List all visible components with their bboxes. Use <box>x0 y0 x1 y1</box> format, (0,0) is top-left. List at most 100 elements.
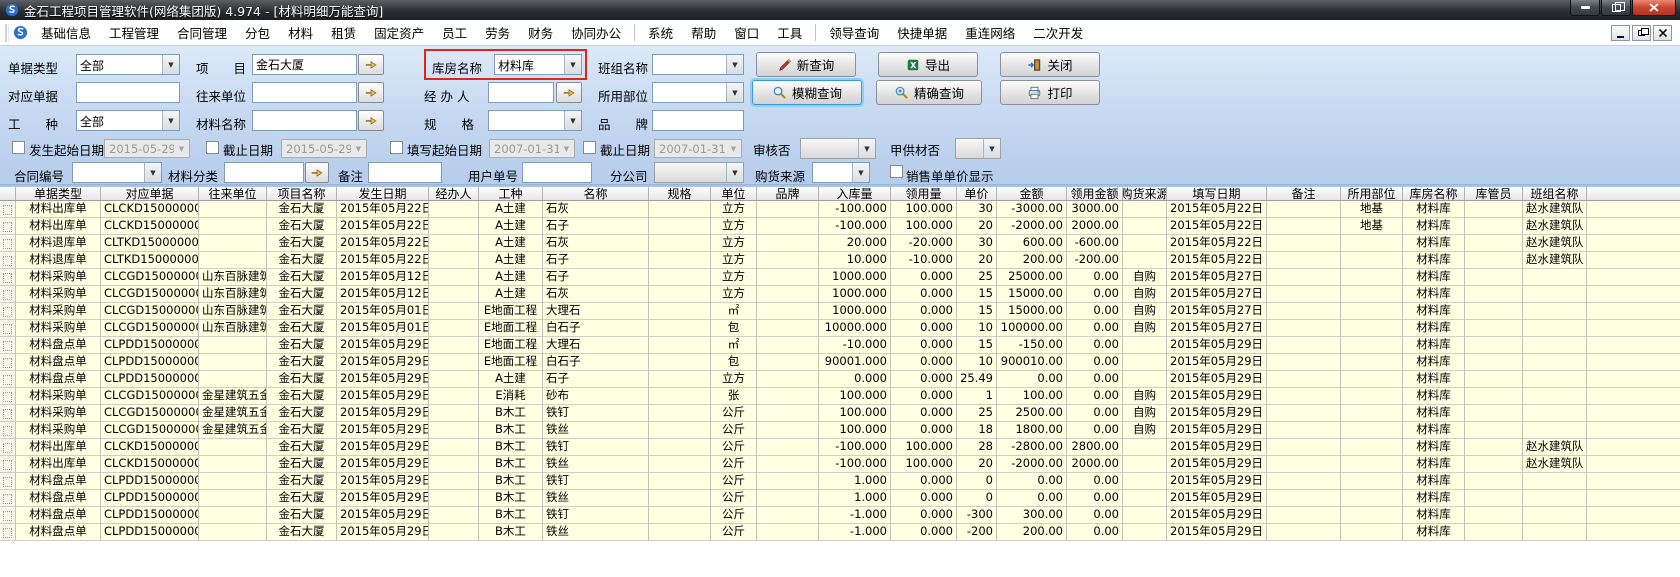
cell[interactable]: 赵水建筑队 <box>1523 252 1587 269</box>
cell[interactable] <box>199 473 267 490</box>
cell[interactable]: 铁钉 <box>543 473 649 490</box>
cell[interactable]: CLPDD150000001 <box>101 337 199 354</box>
material-class-lookup-button[interactable] <box>305 162 329 183</box>
cell[interactable] <box>429 405 479 422</box>
cell[interactable] <box>429 337 479 354</box>
cell[interactable]: 自购 <box>1123 320 1167 337</box>
cell[interactable] <box>1267 422 1341 439</box>
cell[interactable] <box>1465 286 1523 303</box>
cell[interactable] <box>429 252 479 269</box>
cell[interactable] <box>1267 405 1341 422</box>
cell[interactable] <box>1267 320 1341 337</box>
cell[interactable]: 600.00 <box>997 235 1067 252</box>
cell[interactable]: CLCKD150000002 <box>101 439 199 456</box>
cell[interactable]: 材料库 <box>1403 269 1465 286</box>
cell[interactable]: 20 <box>957 456 997 473</box>
cell[interactable]: 10 <box>957 354 997 371</box>
cell[interactable]: 石子 <box>543 218 649 235</box>
brand-input[interactable] <box>652 110 744 131</box>
cell[interactable] <box>1465 524 1523 541</box>
cell[interactable] <box>1341 507 1403 524</box>
cell[interactable]: 15000.00 <box>997 303 1067 320</box>
cell[interactable]: 白石子 <box>543 320 649 337</box>
cell[interactable]: 2015年05月29日 <box>1167 371 1267 388</box>
cell[interactable]: 2015年05月22日 <box>1167 218 1267 235</box>
cell[interactable] <box>649 507 711 524</box>
column-header-8[interactable]: 名称 <box>543 187 649 200</box>
cell[interactable]: CLPDD150000002 <box>101 490 199 507</box>
cell[interactable]: 立方 <box>711 252 757 269</box>
cell[interactable]: 材料盘点单 <box>16 490 101 507</box>
cell[interactable] <box>649 201 711 218</box>
cell[interactable]: 材料采购单 <box>16 286 101 303</box>
cell[interactable]: 2015年05月01日 <box>337 320 429 337</box>
cell[interactable] <box>1523 371 1587 388</box>
cell[interactable]: 地基 <box>1341 201 1403 218</box>
cell[interactable]: 金石大厦 <box>267 303 337 320</box>
cell[interactable]: E消耗 <box>479 388 543 405</box>
cell[interactable] <box>1341 473 1403 490</box>
cell[interactable]: 自购 <box>1123 286 1167 303</box>
menu-item-19[interactable]: 二次开发 <box>1024 19 1092 46</box>
cell[interactable] <box>1465 405 1523 422</box>
cell[interactable]: 200.00 <box>997 524 1067 541</box>
spec-select[interactable]: ▼ <box>488 110 582 131</box>
cell[interactable] <box>1267 303 1341 320</box>
cell[interactable]: 自购 <box>1123 269 1167 286</box>
cell[interactable]: 材料采购单 <box>16 269 101 286</box>
cell[interactable] <box>1341 405 1403 422</box>
cell[interactable] <box>1267 473 1341 490</box>
cell[interactable]: 0.000 <box>891 490 957 507</box>
cell[interactable]: 0.000 <box>891 303 957 320</box>
menu-item-12[interactable]: 系统 <box>639 19 682 46</box>
cell[interactable] <box>757 422 819 439</box>
cell[interactable]: 0.00 <box>1067 507 1123 524</box>
cell[interactable]: 1000.000 <box>819 286 891 303</box>
cell[interactable]: CLCKD150000002 <box>101 456 199 473</box>
cell[interactable]: 100.000 <box>891 218 957 235</box>
cell[interactable] <box>1267 252 1341 269</box>
start-date-checkbox[interactable] <box>12 141 25 154</box>
cell[interactable]: -300 <box>957 507 997 524</box>
cell[interactable] <box>1123 235 1167 252</box>
cell[interactable] <box>649 286 711 303</box>
cell[interactable]: 自购 <box>1123 303 1167 320</box>
cell[interactable]: -100.000 <box>819 201 891 218</box>
cell[interactable]: 公斤 <box>711 524 757 541</box>
table-row[interactable]: 材料采购单CLCGD150000006金星建筑五金金石大厦2015年05月29日… <box>0 422 1680 439</box>
cell[interactable]: -600.00 <box>1067 235 1123 252</box>
row-selector[interactable] <box>0 218 16 235</box>
cell[interactable]: B木工 <box>479 439 543 456</box>
cell[interactable]: 2015年05月22日 <box>1167 201 1267 218</box>
cell[interactable] <box>199 490 267 507</box>
menu-item-3[interactable]: 合同管理 <box>168 19 236 46</box>
cell[interactable]: 石子 <box>543 269 649 286</box>
cell[interactable]: 0.000 <box>891 337 957 354</box>
cell[interactable]: CLCGD150000006 <box>101 422 199 439</box>
cell[interactable] <box>1267 490 1341 507</box>
cell[interactable]: 金星建筑五金 <box>199 388 267 405</box>
cell[interactable]: CLPDD150000001 <box>101 371 199 388</box>
row-selector[interactable] <box>0 201 16 218</box>
cell[interactable]: 15000.00 <box>997 286 1067 303</box>
cell[interactable]: 材料库 <box>1403 473 1465 490</box>
cell[interactable]: 100.000 <box>891 201 957 218</box>
cell[interactable]: 山东百脉建筑 <box>199 303 267 320</box>
cell[interactable] <box>1341 524 1403 541</box>
cell[interactable]: 0.000 <box>891 269 957 286</box>
cell[interactable] <box>649 439 711 456</box>
cell[interactable]: 0.000 <box>891 422 957 439</box>
cell[interactable]: 2015年05月29日 <box>1167 524 1267 541</box>
cell[interactable]: 材料库 <box>1403 371 1465 388</box>
cell[interactable] <box>649 269 711 286</box>
cell[interactable]: 30 <box>957 235 997 252</box>
cell[interactable]: 石灰 <box>543 201 649 218</box>
cell[interactable]: 材料盘点单 <box>16 473 101 490</box>
row-selector[interactable] <box>0 439 16 456</box>
cell[interactable]: 赵水建筑队 <box>1523 456 1587 473</box>
cell[interactable]: 0.00 <box>1067 286 1123 303</box>
cell[interactable]: A土建 <box>479 201 543 218</box>
cell[interactable] <box>1465 473 1523 490</box>
cell[interactable] <box>1267 388 1341 405</box>
cell[interactable]: 0.000 <box>891 507 957 524</box>
